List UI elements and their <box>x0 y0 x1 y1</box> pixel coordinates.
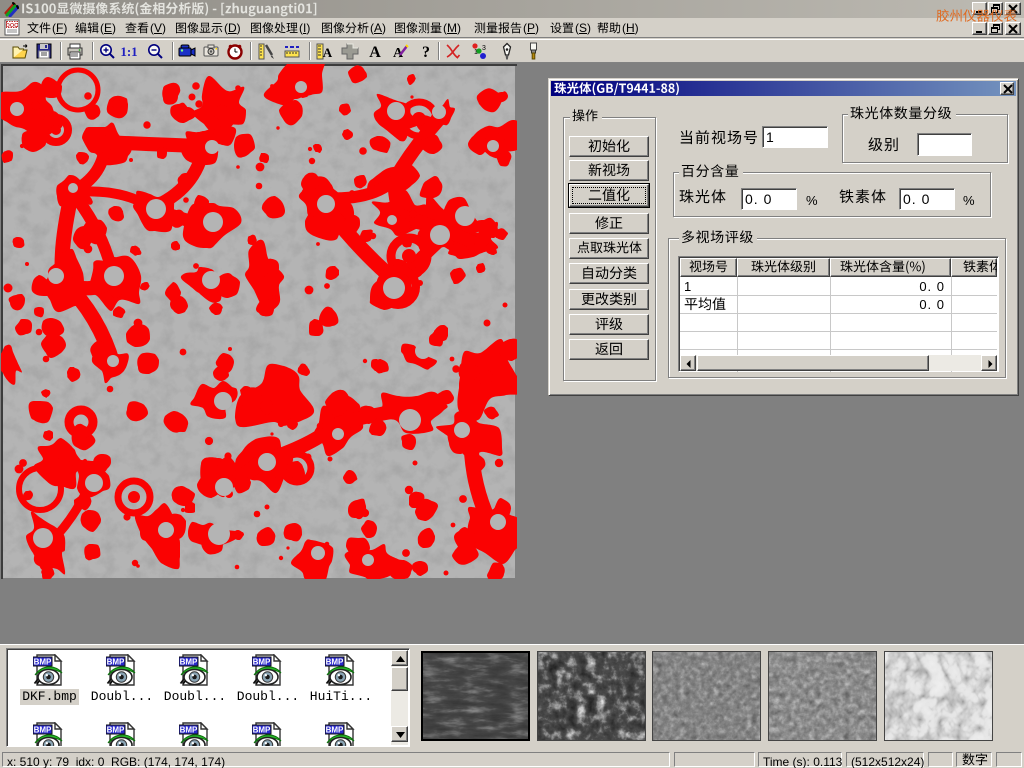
svg-text:A: A <box>323 45 333 60</box>
svg-text:3: 3 <box>482 45 486 52</box>
svg-text:1:1: 1:1 <box>120 44 137 59</box>
svg-text:?: ? <box>422 44 430 61</box>
svg-text:DOC: DOC <box>6 23 18 29</box>
svg-text:1: 1 <box>474 49 478 56</box>
svg-text:A: A <box>369 44 381 61</box>
